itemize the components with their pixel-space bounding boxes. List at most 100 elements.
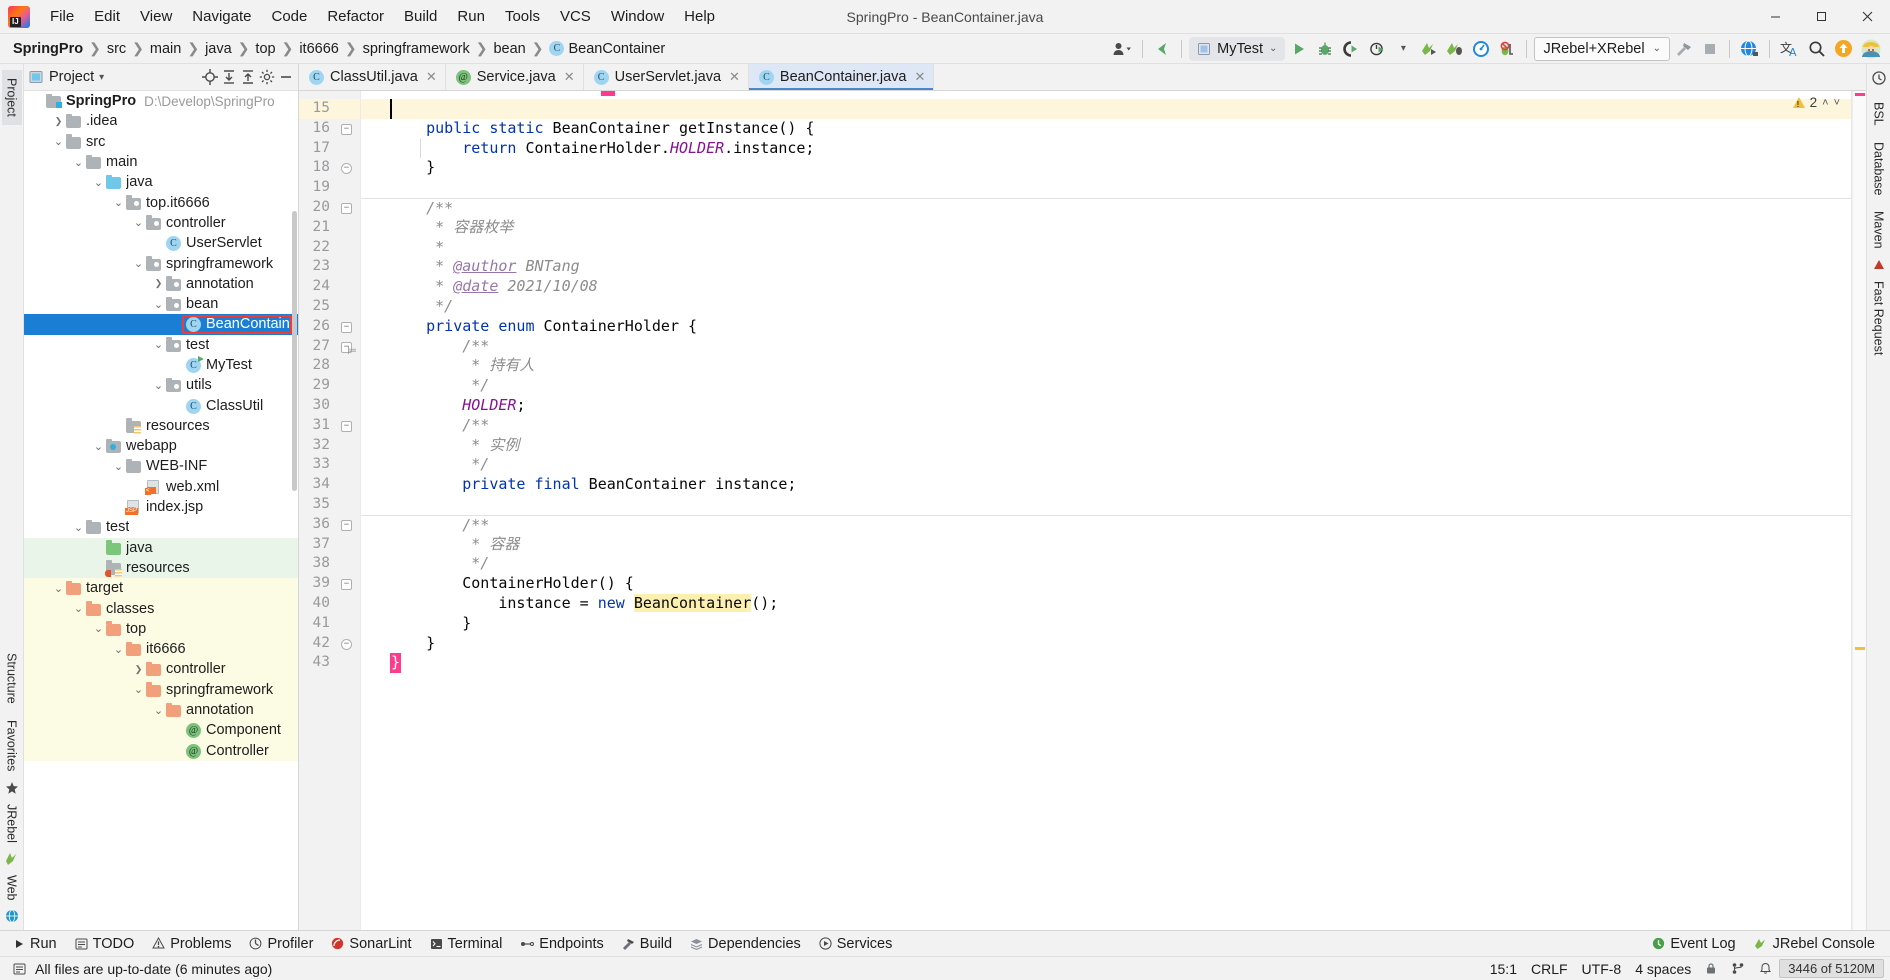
code-line[interactable]: * @date 2021/10/08 [361,277,1852,297]
close-icon[interactable]: ✕ [915,69,926,85]
code-line[interactable]: * 容器 [361,535,1852,555]
close-button[interactable] [1844,0,1890,34]
code-fold-icon[interactable]: − [341,638,352,650]
back-arrow-icon[interactable] [1150,37,1174,61]
close-icon[interactable]: ✕ [564,69,575,85]
code-line[interactable]: } [361,634,1852,654]
chevron-right-icon[interactable]: ❯ [152,278,165,289]
tool-button-event-log[interactable]: Event Log [1643,933,1744,955]
rail-button-favorites[interactable]: Favorites [2,712,22,779]
update-icon[interactable] [1831,37,1856,61]
tree-node-target[interactable]: ⌄ target [24,578,298,599]
status-message[interactable]: All files are up-to-date (6 minutes ago) [28,961,279,977]
rail-button-database[interactable]: Database [1869,134,1889,204]
notification-icon[interactable] [1752,962,1779,975]
hide-panel-icon[interactable] [278,69,294,85]
branch-icon[interactable] [1724,962,1752,975]
tree-node-mytest[interactable]: C MyTest [24,355,298,375]
code-line[interactable] [361,99,1852,119]
tree-node-controller[interactable]: ❯ controller [24,659,298,680]
menu-item-tools[interactable]: Tools [495,4,550,29]
tool-button-profiler[interactable]: Profiler [240,933,322,955]
jrebel-config-selector[interactable]: JRebel+XRebel ⌄ [1534,36,1670,61]
chevron-down-icon[interactable]: ⌄ [52,582,65,595]
code-line[interactable]: public static BeanContainer getInstance(… [361,119,1852,139]
tree-node-resources[interactable]: resources [24,557,298,579]
lock-icon[interactable] [1698,962,1724,975]
chevron-down-icon[interactable]: ⌄ [112,460,125,473]
code-line[interactable]: } [361,614,1852,634]
project-tree[interactable]: SpringPro D:\Develop\SpringPro ❯ .idea ⌄ src ⌄… [24,91,298,930]
code-line[interactable]: return ContainerHolder.HOLDER.instance; [361,138,1852,159]
chevron-down-icon[interactable]: ⌄ [92,622,105,635]
code-line[interactable]: */ [361,376,1852,396]
tool-button-todo[interactable]: TODO [66,933,144,955]
locate-icon[interactable] [202,69,218,85]
tree-node-utils[interactable]: ⌄ utils [24,375,298,395]
breadcrumb-main[interactable]: main [145,39,186,59]
tree-node-test[interactable]: ⌄ test [24,335,298,355]
breadcrumb-it6666[interactable]: it6666 [294,39,344,59]
code-line[interactable]: /** [361,337,1852,357]
chevron-down-icon[interactable]: ⌄ [72,602,85,615]
line-separator[interactable]: CRLF [1524,961,1575,977]
search-everywhere-icon[interactable] [1805,37,1829,61]
hammer-icon[interactable] [1672,37,1696,61]
breadcrumb-springframework[interactable]: springframework [358,39,475,59]
stop-icon[interactable] [1698,37,1722,61]
breadcrumb-beancontainer[interactable]: C BeanContainer [544,39,670,59]
user-settings-icon[interactable] [1109,37,1135,61]
jrebel-run-icon[interactable] [1417,37,1441,61]
tool-button-problems[interactable]: Problems [143,933,240,955]
breadcrumb-springpro[interactable]: SpringPro [8,39,88,59]
chevron-down-icon[interactable]: ⌄ [152,704,165,717]
code-line[interactable]: */ [361,297,1852,317]
tab-classutil-java[interactable]: C ClassUtil.java ✕ [299,64,446,90]
tree-node-annotation[interactable]: ❯ annotation [24,274,298,294]
code-line[interactable]: } [361,158,1852,178]
chevron-right-icon[interactable]: ❯ [52,116,65,127]
tool-button-build[interactable]: Build [613,933,681,955]
tree-node-bean[interactable]: ⌄ bean [24,294,298,314]
code-line[interactable]: * 实例 [361,436,1852,456]
close-icon[interactable]: ✕ [426,69,437,85]
tree-node-beancontainer[interactable]: C BeanContainer [24,314,298,335]
menu-item-vcs[interactable]: VCS [550,4,601,29]
chevron-down-icon[interactable]: ⌄ [112,643,125,656]
tree-node-web-xml[interactable]: < web.xml [24,477,298,497]
tree-node-index-jsp[interactable]: JSP index.jsp [24,497,298,517]
chevron-right-icon[interactable]: ❯ [132,664,145,675]
menu-item-build[interactable]: Build [394,4,447,29]
chevron-down-icon[interactable]: ⌄ [132,683,145,696]
tree-node-annotation[interactable]: ⌄ annotation [24,699,298,721]
code-fold-icon[interactable]: − [341,202,352,214]
tree-node-springframework[interactable]: ⌄ springframework [24,679,298,700]
avatar-icon[interactable] [1858,37,1884,61]
menu-item-view[interactable]: View [130,4,182,29]
code-line[interactable]: } [361,653,1852,674]
code-line[interactable]: */ [361,554,1852,574]
code-line[interactable]: * 容器枚举 [361,218,1852,238]
minimize-button[interactable] [1752,0,1798,34]
rail-button-project[interactable]: Project [1,70,22,125]
rail-button-web[interactable]: Web [2,867,22,908]
code-fold-icon[interactable]: − [341,579,352,591]
tree-node-top-it6666[interactable]: ⌄ top.it6666 [24,192,298,212]
tool-button-services[interactable]: Services [810,933,902,955]
code-editor[interactable]: 15 16−17 18−19 20−21 22 23 24 25 26−27− ⊨ 28 29 30 31… [299,91,1866,930]
menu-item-help[interactable]: Help [674,4,725,29]
chevron-down-icon[interactable]: ⌄ [112,196,125,209]
memory-indicator[interactable]: 3446 of 5120M [1779,959,1884,978]
tree-node-controller[interactable]: @ Controller [24,740,298,761]
profile-icon[interactable] [1365,37,1389,61]
prev-problem-icon[interactable]: ˄ [1822,97,1828,109]
breadcrumb-src[interactable]: src [102,39,131,59]
expand-all-icon[interactable] [221,69,237,85]
chevron-down-icon[interactable]: ⌄ [152,298,165,311]
tree-scrollbar[interactable] [292,211,297,491]
tree-node-it6666[interactable]: ⌄ it6666 [24,639,298,660]
chevron-down-icon[interactable]: ⌄ [92,176,105,189]
chevron-down-icon[interactable]: ⌄ [72,156,85,169]
tree-node-classes[interactable]: ⌄ classes [24,598,298,619]
breadcrumb-java[interactable]: java [200,39,237,59]
